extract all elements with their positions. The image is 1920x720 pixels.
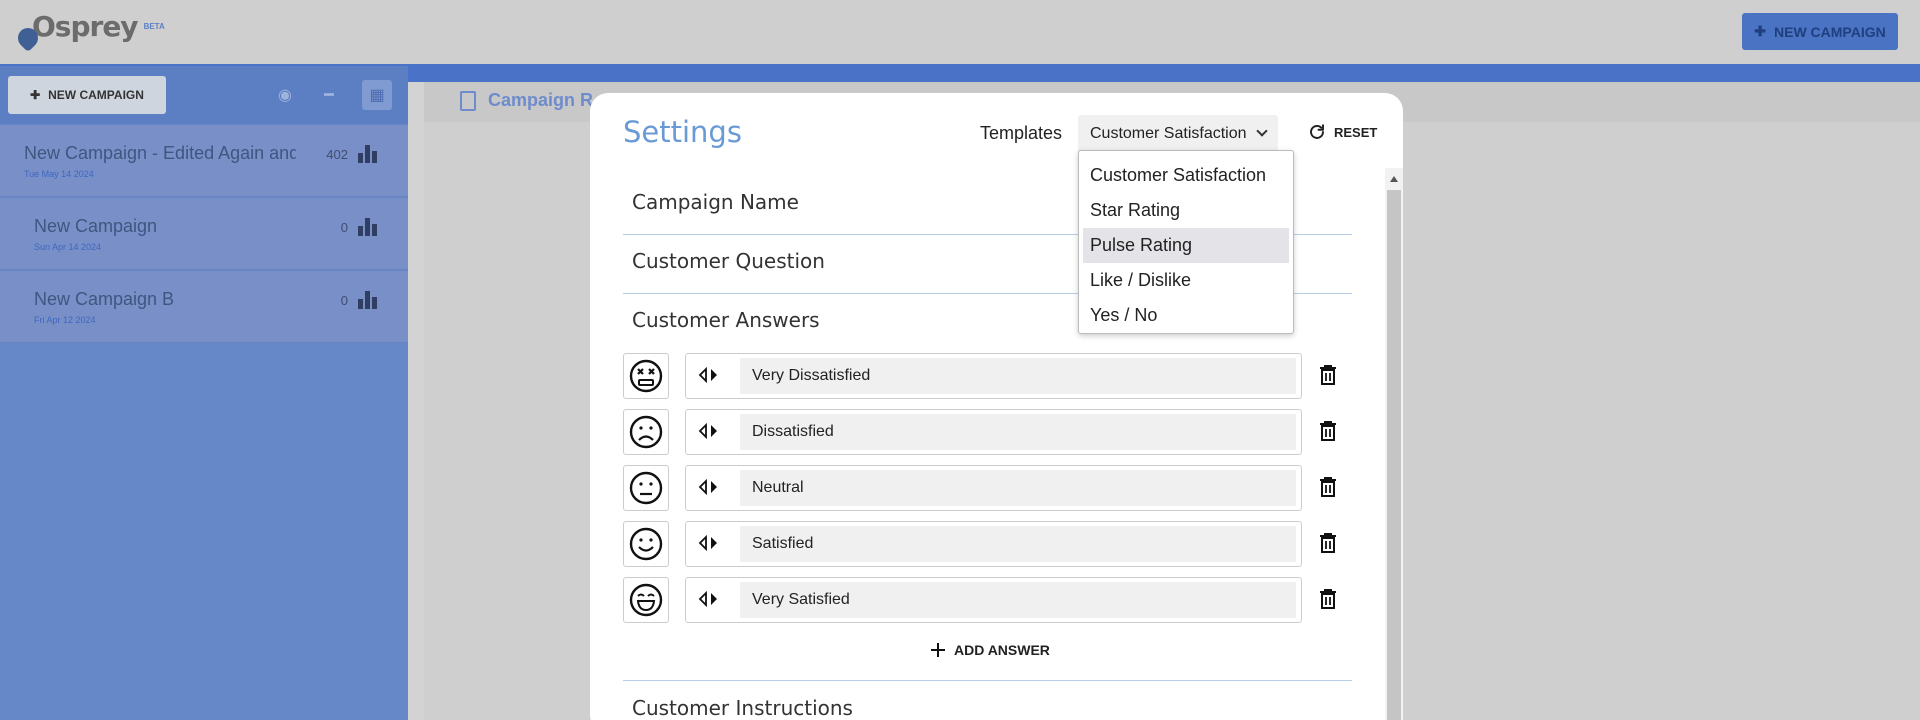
campaign-title: New Campaign <box>34 216 158 236</box>
answer-row <box>685 409 1302 455</box>
top-bar: Osprey BETA ✚ NEW CAMPAIGN <box>0 0 1920 64</box>
divider <box>623 680 1352 681</box>
minus-icon[interactable]: ━ <box>314 80 344 110</box>
reorder-arrows-icon[interactable] <box>698 591 720 607</box>
campaign-date: Fri Apr 12 2024 <box>34 315 96 325</box>
answer-text-input[interactable] <box>740 470 1296 506</box>
beta-badge: BETA <box>143 22 165 31</box>
delete-answer-icon[interactable] <box>1317 587 1339 611</box>
answer-row <box>685 353 1302 399</box>
answer-text-input[interactable] <box>740 358 1296 394</box>
dissatisfied-face-icon[interactable] <box>623 409 669 455</box>
templates-select[interactable]: Customer Satisfaction <box>1078 115 1278 153</box>
delete-answer-icon[interactable] <box>1317 475 1339 499</box>
answer-text-input[interactable] <box>740 414 1296 450</box>
campaign-list-item[interactable]: New Campaign Sun Apr 14 2024 0 <box>0 198 408 270</box>
customer-answers-section[interactable]: Customer Answers <box>632 308 820 332</box>
campaign-title: New Campaign B <box>34 289 175 309</box>
campaign-title: New Campaign - Edited Again and a <box>24 143 296 163</box>
answer-row <box>685 577 1302 623</box>
add-answer-button[interactable]: ADD ANSWER <box>930 642 1050 658</box>
sidebar-toolbar: ✚ NEW CAMPAIGN ◉ ━ ▦ <box>0 66 408 124</box>
reorder-arrows-icon[interactable] <box>698 367 720 383</box>
bar-chart-icon[interactable] <box>358 291 378 309</box>
campaign-report-tab-label: Campaign R <box>488 90 594 110</box>
top-new-campaign-label: NEW CAMPAIGN <box>1774 23 1886 40</box>
template-option-like-dislike[interactable]: Like / Dislike <box>1083 263 1289 298</box>
campaign-list-item[interactable]: New Campaign B Fri Apr 12 2024 0 <box>0 271 408 343</box>
refresh-icon <box>1310 124 1324 139</box>
top-new-campaign-button[interactable]: ✚ NEW CAMPAIGN <box>1742 13 1898 50</box>
campaign-date: Tue May 14 2024 <box>24 169 94 179</box>
reset-label: RESET <box>1334 124 1378 140</box>
delete-answer-icon[interactable] <box>1317 363 1339 387</box>
logo-text: Osprey <box>32 10 139 43</box>
neutral-face-icon[interactable] <box>623 465 669 511</box>
bar-chart-icon[interactable] <box>358 218 378 236</box>
answer-row <box>685 521 1302 567</box>
delete-answer-icon[interactable] <box>1317 531 1339 555</box>
location-pin-icon <box>18 20 40 50</box>
plus-icon <box>931 643 945 657</box>
scroll-up-icon[interactable] <box>1390 176 1398 182</box>
very-satisfied-face-icon[interactable] <box>623 577 669 623</box>
osprey-logo[interactable]: Osprey BETA <box>18 10 165 50</box>
templates-selected-value: Customer Satisfaction <box>1090 125 1247 142</box>
modal-title: Settings <box>623 115 742 149</box>
document-icon <box>460 90 476 111</box>
campaign-report-tab[interactable]: Campaign R <box>460 90 593 111</box>
customer-question-section[interactable]: Customer Question <box>632 249 825 273</box>
sidebar: ✚ NEW CAMPAIGN ◉ ━ ▦ New Campaign - Edit… <box>0 66 408 720</box>
campaign-date: Sun Apr 14 2024 <box>34 242 102 252</box>
sidebar-new-campaign-label: NEW CAMPAIGN <box>48 88 144 102</box>
chevron-down-icon <box>1256 125 1268 137</box>
reorder-arrows-icon[interactable] <box>698 535 720 551</box>
sidebar-new-campaign-button[interactable]: ✚ NEW CAMPAIGN <box>8 76 166 114</box>
plus-icon: ✚ <box>1754 23 1766 39</box>
very-dissatisfied-face-icon[interactable] <box>623 353 669 399</box>
templates-label: Templates <box>980 123 1063 143</box>
view-icon[interactable]: ◉ <box>270 80 300 110</box>
satisfied-face-icon[interactable] <box>623 521 669 567</box>
template-option-yes-no[interactable]: Yes / No <box>1083 298 1289 333</box>
campaign-list-item[interactable]: New Campaign - Edited Again and a Tue Ma… <box>0 125 408 197</box>
campaign-response-count: 402 <box>326 147 348 162</box>
scrollbar-thumb[interactable] <box>1387 190 1401 720</box>
answer-row <box>685 465 1302 511</box>
customer-instructions-section[interactable]: Customer Instructions <box>632 696 853 720</box>
reorder-arrows-icon[interactable] <box>698 423 720 439</box>
campaign-name-section[interactable]: Campaign Name <box>632 190 799 214</box>
answer-text-input[interactable] <box>740 582 1296 618</box>
bar-chart-icon[interactable] <box>358 145 378 163</box>
template-option-pulse-rating[interactable]: Pulse Rating <box>1083 228 1289 263</box>
answer-text-input[interactable] <box>740 526 1296 562</box>
plus-icon: ✚ <box>30 88 41 102</box>
template-option-customer-satisfaction[interactable]: Customer Satisfaction <box>1083 158 1289 193</box>
templates-dropdown-menu: Customer Satisfaction Star Rating Pulse … <box>1078 150 1294 334</box>
delete-answer-icon[interactable] <box>1317 419 1339 443</box>
add-answer-label: ADD ANSWER <box>954 642 1050 658</box>
template-option-star-rating[interactable]: Star Rating <box>1083 193 1289 228</box>
modal-scrollbar[interactable] <box>1385 168 1403 720</box>
reorder-arrows-icon[interactable] <box>698 479 720 495</box>
calendar-icon[interactable]: ▦ <box>362 80 392 110</box>
reset-button[interactable]: RESET <box>1308 123 1377 141</box>
campaign-response-count: 0 <box>340 220 348 235</box>
campaign-response-count: 0 <box>340 293 348 308</box>
